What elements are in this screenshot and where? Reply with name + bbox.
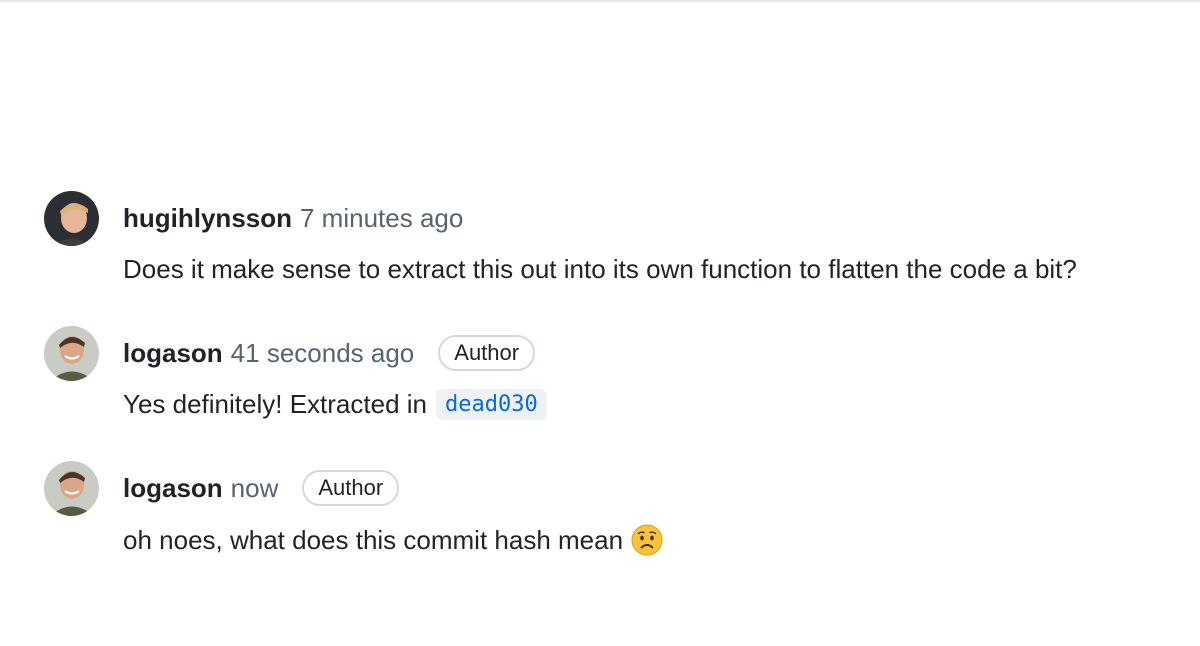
avatar[interactable] xyxy=(44,191,99,246)
comment-thread: hugihlynsson 7 minutes ago Does it make … xyxy=(0,190,1200,595)
comment-text: Does it make sense to extract this out i… xyxy=(123,254,1077,284)
commit-hash-link[interactable]: dead030 xyxy=(436,389,547,420)
comment-author[interactable]: logason xyxy=(123,338,223,369)
comment-author[interactable]: hugihlynsson xyxy=(123,203,292,234)
comment-body: oh noes, what does this commit hash mean xyxy=(123,524,663,556)
comment-timestamp[interactable]: 7 minutes ago xyxy=(300,203,463,234)
author-badge: Author xyxy=(438,335,536,371)
avatar-image xyxy=(44,191,99,246)
avatar[interactable] xyxy=(44,326,99,381)
comment-item: logason now Author oh noes, what does th… xyxy=(0,460,1200,595)
comment-header: hugihlynsson 7 minutes ago xyxy=(123,198,463,238)
comment-timestamp[interactable]: 41 seconds ago xyxy=(231,338,415,369)
avatar-image xyxy=(44,326,99,381)
avatar-image xyxy=(44,461,99,516)
comment-item: logason 41 seconds ago Author Yes defini… xyxy=(0,325,1200,460)
comment-header: logason 41 seconds ago Author xyxy=(123,333,536,373)
comment-body: Yes definitely! Extracted in dead030 xyxy=(123,389,547,420)
comment-timestamp[interactable]: now xyxy=(231,473,279,504)
comment-item: hugihlynsson 7 minutes ago Does it make … xyxy=(0,190,1200,325)
comment-text: Yes definitely! Extracted in xyxy=(123,389,427,419)
avatar[interactable] xyxy=(44,461,99,516)
worried-face-icon xyxy=(631,524,663,556)
comment-text: oh noes, what does this commit hash mean xyxy=(123,524,624,555)
comment-author[interactable]: logason xyxy=(123,473,223,504)
comment-body: Does it make sense to extract this out i… xyxy=(123,254,1077,285)
author-badge: Author xyxy=(302,470,400,506)
top-divider xyxy=(0,0,1200,2)
comment-header: logason now Author xyxy=(123,468,400,508)
